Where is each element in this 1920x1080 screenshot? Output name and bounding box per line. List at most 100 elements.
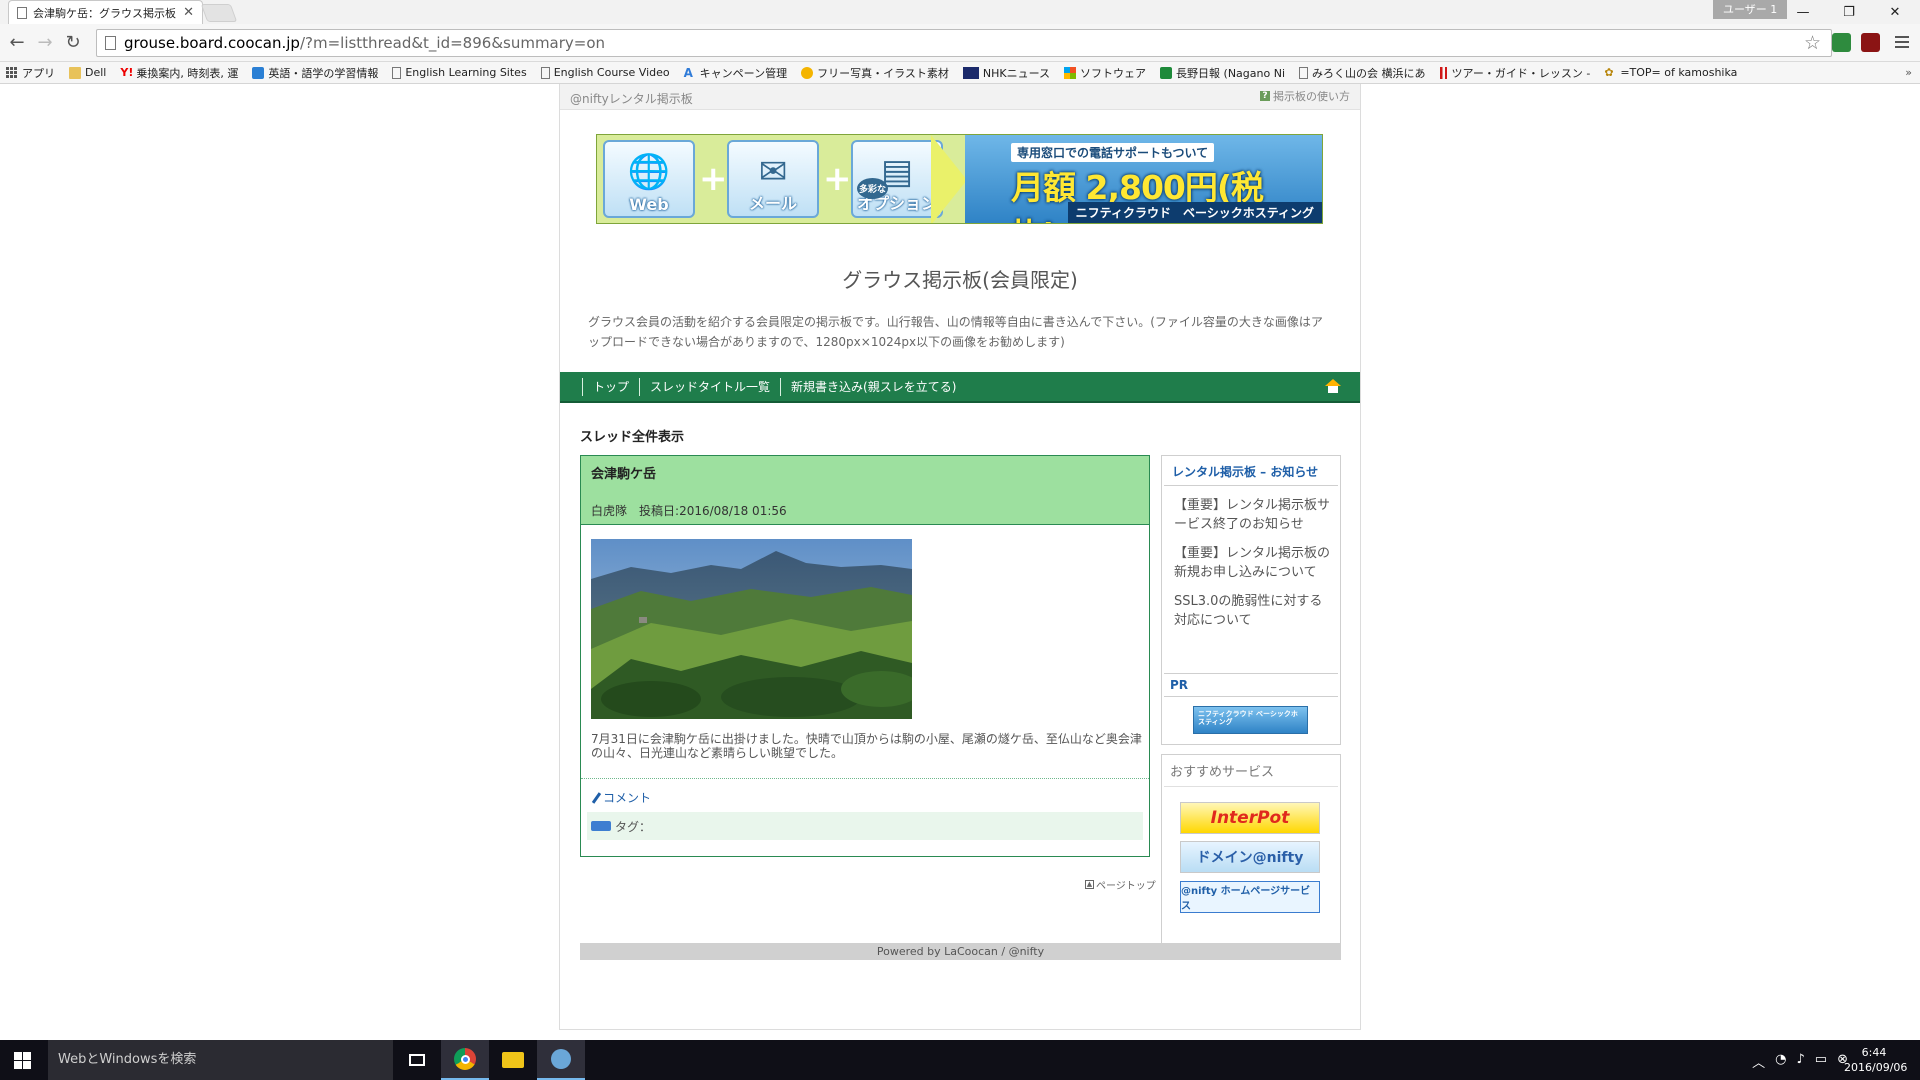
bookmark-dell[interactable]: Dell (69, 66, 106, 79)
file-explorer-icon[interactable] (489, 1040, 537, 1080)
pr-title: PR (1164, 673, 1338, 697)
bookmark-english-learning[interactable]: English Learning Sites (392, 66, 527, 79)
tour-icon (1439, 66, 1448, 79)
windows-taskbar: WebとWindowsを検索 ︿ ◔ ♪ ▭ ⊗ 6:44 2016/09/06 (0, 1040, 1920, 1080)
ad-option-badge: 多彩な (857, 178, 889, 199)
plus-icon: + (699, 159, 728, 199)
post-body: 7月31日に会津駒ケ岳に出掛けました。快晴で山頂からは駒の小屋、尾瀬の燧ケ岳、至… (591, 732, 1142, 760)
nav-new-post[interactable]: 新規書き込み(親スレを立てる) (780, 377, 966, 396)
browser-titlebar: 会津駒ケ岳：グラウス掲示板 ✕ ユーザー 1 — ❐ ✕ (0, 0, 1920, 24)
nav-thread-list[interactable]: スレッドタイトル一覧 (639, 377, 780, 396)
bookmark-star-icon[interactable]: ☆ (1804, 32, 1821, 54)
board-title: グラウス掲示板(会員限定) (842, 268, 1078, 292)
domain-nifty-banner[interactable]: ドメイン@nifty (1180, 841, 1320, 873)
home-icon[interactable] (1325, 379, 1341, 393)
bookmark-label: English Course Video (553, 66, 670, 79)
acrobat-extension-icon[interactable] (1861, 33, 1880, 52)
bookmark-label: キャンペーン管理 (699, 66, 788, 80)
post-header: 会津駒ケ岳 白虎隊 投稿日:2016/08/18 01:56 (581, 456, 1149, 525)
bookmark-miroku[interactable]: みろく山の会 横浜にあ (1299, 65, 1426, 81)
forward-icon[interactable]: → (34, 32, 56, 54)
bookmark-label: フリー写真・イラスト素材 (817, 66, 949, 80)
bookmark-label: ソフトウェア (1080, 66, 1147, 80)
page-top-link[interactable]: ▲ ページトップ (1085, 877, 1156, 892)
new-tab-button[interactable] (200, 4, 238, 22)
task-view-icon[interactable] (393, 1040, 441, 1080)
bookmark-kamoshika[interactable]: ✿ =TOP= of kamoshika (1604, 66, 1737, 79)
notice-link[interactable]: 【重要】レンタル掲示板サービス終了のお知らせ (1174, 496, 1330, 534)
app-taskbar-icon[interactable] (537, 1040, 585, 1080)
bookmark-label: English Learning Sites (405, 66, 527, 79)
bookmark-nhk[interactable]: NHKニュース (962, 65, 1050, 81)
volume-icon[interactable]: ♪ (1797, 1052, 1805, 1071)
tag-bar: タグ： (587, 812, 1143, 840)
pr-banner[interactable]: ニフティクラウド ベーシックホスティング (1193, 706, 1308, 734)
board-description: グラウス会員の活動を紹介する会員限定の掲示板です。山行報告、山の情報等自由に書き… (588, 315, 1323, 349)
reload-icon[interactable]: ↻ (62, 32, 84, 54)
network-icon[interactable]: ◔ (1775, 1052, 1786, 1071)
keyboard-icon[interactable]: ▭ (1815, 1052, 1827, 1071)
url-path: /?m=listthread&t_id=896&summary=on (299, 34, 606, 52)
comment-link[interactable]: コメント (591, 789, 651, 806)
chrome-menu-icon[interactable] (1895, 33, 1909, 51)
chrome-taskbar-icon[interactable] (441, 1040, 489, 1080)
browser-toolbar: ← → ↻ grouse.board.coocan.jp /?m=listthr… (0, 24, 1920, 62)
bookmark-tour-guide[interactable]: ツアー・ガイド・レッスン - (1439, 65, 1591, 81)
howto-link[interactable]: ? 掲示板の使い方 (1260, 88, 1350, 104)
help-icon: ? (1260, 91, 1270, 101)
notice-link[interactable]: SSL3.0の脆弱性に対する対応について (1174, 592, 1330, 630)
tab-close-icon[interactable]: ✕ (183, 5, 194, 20)
user-profile-badge[interactable]: ユーザー 1 (1713, 0, 1788, 19)
ad-tile-mail: ✉ メール (727, 140, 819, 218)
post-author: 白虎隊 (591, 504, 628, 518)
bookmark-software[interactable]: ソフトウェア (1064, 65, 1146, 81)
bookmark-apps[interactable]: アプリ (6, 65, 55, 81)
ad-banner-hosting[interactable]: 🌐 Web + ✉ メール + ▤ 多彩な オプション 専用窓口での電話サポート… (596, 134, 1323, 224)
nifty-logo[interactable]: @niftyレンタル掲示板 (570, 90, 693, 107)
bookmark-campaign[interactable]: A キャンペーン管理 (684, 65, 787, 81)
arrow-icon (931, 135, 967, 223)
page-icon (17, 6, 27, 19)
sidebar-notices: レンタル掲示板 – お知らせ 【重要】レンタル掲示板サービス終了のお知らせ 【重… (1161, 455, 1341, 745)
howto-label: 掲示板の使い方 (1273, 90, 1350, 103)
browser-tab[interactable]: 会津駒ケ岳：グラウス掲示板 ✕ (8, 0, 203, 24)
close-icon[interactable]: ✕ (1872, 0, 1918, 24)
back-icon[interactable]: ← (6, 32, 28, 54)
clock-time: 6:44 (1861, 1046, 1887, 1059)
kamoshika-icon: ✿ (1604, 65, 1614, 79)
ad-pricing: 専用窓口での電話サポートもついて 月額 2,800円(税抜)〜 ニフティクラウド… (965, 135, 1322, 223)
post-photo[interactable] (591, 539, 912, 719)
site-icon (252, 66, 265, 79)
post-title: 会津駒ケ岳 (591, 467, 657, 482)
bookmark-label: ツアー・ガイド・レッスン - (1451, 66, 1591, 80)
evernote-extension-icon[interactable] (1832, 33, 1851, 52)
address-bar[interactable]: grouse.board.coocan.jp /?m=listthread&t_… (96, 29, 1832, 57)
bookmark-nagano-nippo[interactable]: 長野日報 (Nagano Ni (1160, 65, 1285, 81)
bookmark-english-course[interactable]: English Course Video (540, 66, 670, 79)
arrow-up-icon: ▲ (1085, 880, 1094, 889)
clock-date: 2016/09/06 (1844, 1061, 1908, 1074)
nav-top[interactable]: トップ (582, 377, 639, 396)
homepage-service-banner[interactable]: @nifty ホームページサービス (1180, 881, 1320, 913)
bookmark-free-photos[interactable]: フリー写真・イラスト素材 (801, 65, 949, 81)
bookmarks-overflow-button[interactable]: » (1905, 66, 1912, 79)
taskbar-clock[interactable]: 6:44 2016/09/06 (1844, 1045, 1908, 1075)
footer: Powered by LaCoocan / @nifty (580, 943, 1341, 960)
interpot-banner[interactable]: InterPot (1180, 802, 1320, 834)
windows-start-icon[interactable] (14, 1052, 31, 1069)
bookmark-yahoo-transit[interactable]: Y! 乗換案内, 時刻表, 運 (120, 65, 238, 81)
notice-link[interactable]: 【重要】レンタル掲示板の新規お申し込みについて (1174, 544, 1330, 582)
sidebar-notice-title: レンタル掲示板 – お知らせ (1164, 458, 1338, 486)
bookmark-english-info[interactable]: 英語・語学の学習情報 (252, 65, 378, 81)
thread-post: 会津駒ケ岳 白虎隊 投稿日:2016/08/18 01:56 7月31日に会津駒… (580, 455, 1150, 857)
bookmark-label: 乗換案内, 時刻表, 運 (136, 66, 239, 80)
nhk-icon (962, 66, 979, 79)
chevron-up-icon[interactable]: ︿ (1752, 1052, 1765, 1071)
windows-icon (1064, 66, 1077, 79)
plus-icon: + (823, 159, 852, 199)
maximize-icon[interactable]: ❐ (1826, 0, 1872, 24)
yahoo-icon: Y! (120, 65, 134, 79)
taskbar-search[interactable]: WebとWindowsを検索 (48, 1040, 393, 1080)
minimize-icon[interactable]: — (1780, 0, 1826, 24)
sidebar-recommendations: おすすめサービス InterPot ドメイン@nifty @nifty ホームペ… (1161, 754, 1341, 947)
